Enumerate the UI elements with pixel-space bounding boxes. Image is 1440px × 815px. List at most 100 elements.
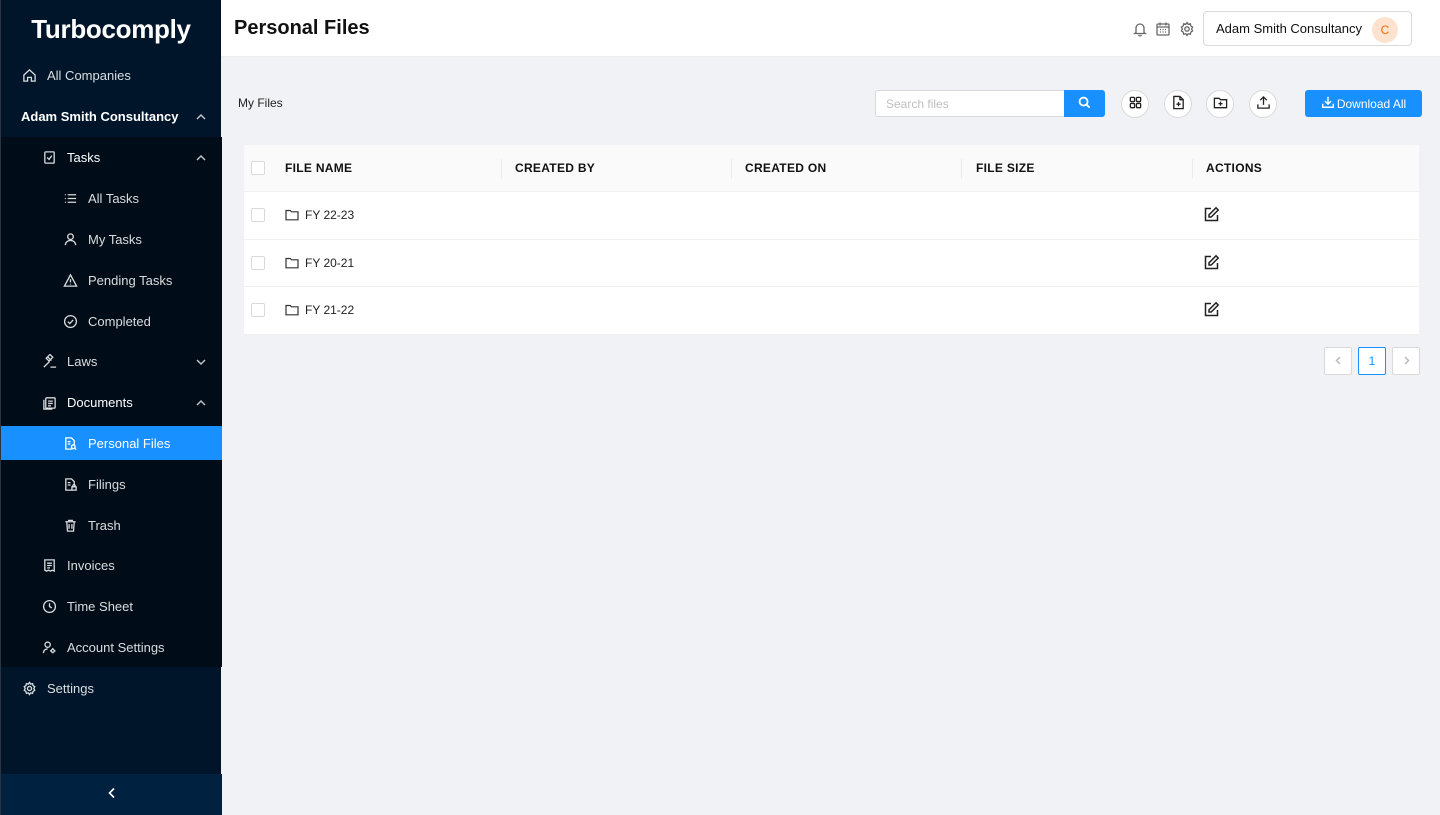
edit-icon[interactable]	[1203, 206, 1220, 223]
column-header-actions: ACTIONS	[1206, 161, 1263, 175]
download-all-button[interactable]: Download All	[1305, 90, 1422, 117]
check-circle-icon	[62, 313, 78, 329]
invoice-icon	[41, 557, 57, 573]
file-lock-icon	[62, 476, 78, 492]
column-header-file-name[interactable]: FILE NAME	[285, 161, 352, 175]
company-switcher[interactable]: Adam Smith Consultancy C	[1203, 11, 1412, 46]
file-plus-icon	[1171, 95, 1186, 113]
folder-icon	[285, 208, 299, 222]
sidebar-item-laws[interactable]: Laws	[1, 344, 222, 378]
pagination-next-button[interactable]	[1392, 347, 1420, 375]
select-all-checkbox[interactable]	[251, 161, 265, 175]
row-checkbox[interactable]	[251, 303, 265, 317]
pagination-prev-button[interactable]	[1324, 347, 1352, 375]
column-header-file-size[interactable]: FILE SIZE	[976, 161, 1035, 175]
row-checkbox[interactable]	[251, 208, 265, 222]
file-name[interactable]: FY 21-22	[305, 303, 354, 317]
files-table: FILE NAME CREATED BY CREATED ON FILE SIZ…	[244, 145, 1419, 335]
table-header: FILE NAME CREATED BY CREATED ON FILE SIZ…	[244, 145, 1419, 192]
user-gear-icon	[41, 639, 57, 655]
clock-icon	[41, 598, 57, 614]
sidebar-item-settings[interactable]: Settings	[1, 671, 222, 705]
sidebar-collapse-button[interactable]	[1, 774, 222, 815]
gear-icon	[21, 680, 37, 696]
home-icon	[21, 67, 37, 83]
sidebar-item-filings[interactable]: Filings	[1, 467, 222, 501]
trash-icon	[62, 517, 78, 533]
folder-plus-icon	[1213, 95, 1228, 113]
download-icon	[1321, 95, 1337, 112]
sidebar-item-label: All Companies	[47, 67, 131, 83]
table-row[interactable]: FY 22-23	[244, 192, 1419, 240]
chevron-right-icon	[1402, 354, 1411, 368]
chevron-up-icon	[196, 110, 206, 120]
new-file-button[interactable]	[1164, 90, 1192, 118]
chevron-up-icon	[196, 151, 206, 161]
sidebar-item-invoices[interactable]: Invoices	[1, 548, 222, 582]
search-button[interactable]	[1064, 90, 1105, 117]
sidebar-item-all-tasks[interactable]: All Tasks	[1, 181, 222, 215]
table-row[interactable]: FY 21-22	[244, 287, 1419, 335]
chevron-up-icon	[196, 396, 206, 406]
file-name[interactable]: FY 22-23	[305, 208, 354, 222]
calendar-icon[interactable]	[1155, 21, 1171, 37]
sidebar-item-pending-tasks[interactable]: Pending Tasks	[1, 263, 222, 297]
sidebar-item-label: Personal Files	[88, 435, 171, 451]
sidebar: Turbocomply All Companies Adam Smith Con…	[0, 0, 222, 815]
sidebar-item-label: My Tasks	[88, 231, 142, 247]
new-folder-button[interactable]	[1206, 90, 1234, 118]
sidebar-item-label: Invoices	[67, 557, 115, 573]
user-icon	[62, 231, 78, 247]
page-title: Personal Files	[234, 17, 370, 39]
top-header: Personal Files Adam Smith Consultancy C	[221, 0, 1440, 57]
upload-button[interactable]	[1249, 90, 1277, 118]
app-logo: Turbocomply	[31, 13, 191, 44]
sidebar-item-label: Trash	[88, 517, 121, 533]
column-divider	[961, 159, 962, 179]
row-checkbox[interactable]	[251, 255, 265, 270]
folder-icon	[285, 256, 299, 270]
breadcrumb[interactable]: My Files	[238, 96, 283, 110]
chevron-left-icon	[1334, 354, 1343, 368]
sidebar-item-account-settings[interactable]: Account Settings	[1, 630, 222, 664]
sidebar-item-all-companies[interactable]: All Companies	[1, 58, 222, 92]
column-divider	[501, 159, 502, 179]
grid-icon	[1128, 95, 1143, 113]
pagination-page-1[interactable]: 1	[1358, 347, 1386, 375]
column-divider	[1192, 159, 1193, 179]
column-header-created-on[interactable]: CREATED ON	[745, 161, 826, 175]
sidebar-item-time-sheet[interactable]: Time Sheet	[1, 589, 222, 623]
table-row[interactable]: FY 20-21	[244, 239, 1419, 287]
sidebar-item-label: All Tasks	[88, 190, 140, 206]
company-name: Adam Smith Consultancy	[1216, 21, 1362, 36]
sidebar-item-personal-files[interactable]: Personal Files	[1, 426, 222, 460]
avatar[interactable]: C	[1372, 17, 1398, 43]
sidebar-item-completed[interactable]: Completed	[1, 304, 222, 338]
documents-icon	[41, 394, 57, 410]
chevron-down-icon	[196, 355, 206, 366]
sidebar-item-documents[interactable]: Documents	[1, 385, 222, 419]
sidebar-item-label: Filings	[88, 476, 126, 492]
list-icon	[62, 190, 78, 206]
upload-icon	[1256, 95, 1271, 113]
file-name[interactable]: FY 20-21	[305, 256, 354, 270]
sidebar-item-label: Time Sheet	[67, 598, 133, 614]
column-header-created-by[interactable]: CREATED BY	[515, 161, 595, 175]
sidebar-item-label: Adam Smith Consultancy	[21, 108, 179, 124]
grid-view-button[interactable]	[1121, 90, 1149, 118]
sidebar-item-label: Settings	[47, 680, 94, 696]
sidebar-item-company[interactable]: Adam Smith Consultancy	[1, 99, 222, 133]
sidebar-item-my-tasks[interactable]: My Tasks	[1, 222, 222, 256]
gear-icon[interactable]	[1179, 21, 1195, 37]
search-input[interactable]	[875, 90, 1065, 117]
task-icon	[41, 149, 57, 165]
column-divider	[731, 159, 732, 179]
edit-icon[interactable]	[1203, 254, 1220, 271]
sidebar-item-tasks[interactable]: Tasks	[1, 140, 222, 174]
bell-icon[interactable]	[1132, 21, 1148, 37]
sidebar-item-label: Tasks	[67, 149, 101, 165]
sidebar-item-label: Completed	[88, 313, 151, 329]
sidebar-item-trash[interactable]: Trash	[1, 508, 222, 542]
edit-icon[interactable]	[1203, 301, 1220, 318]
sidebar-item-label: Documents	[67, 394, 133, 410]
